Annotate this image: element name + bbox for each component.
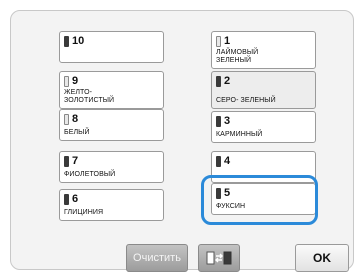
thread-number: 9 [72,75,79,87]
thread-number: 4 [224,155,231,167]
ok-button-label: OK [313,251,331,265]
thread-tile-6[interactable]: 6 ГЛИЦИНИЯ [59,189,164,221]
swap-thread-button[interactable] [198,244,240,272]
clear-button[interactable]: Очистить [126,244,188,272]
thread-name: ФИОЛЕТОВЫЙ [64,171,116,178]
thread-name: ГЛИЦИНИЯ [64,209,104,216]
thread-number: 8 [72,113,79,125]
thread-name: ЖЕЛТО- ЗОЛОТИСТЫЙ [64,89,115,104]
thread-tile-2[interactable]: 2 СЕРО- ЗЕЛЕНЫЙ [211,71,316,109]
thread-spool-icon [64,35,69,47]
thread-spool-icon [216,155,221,167]
selection-highlight [201,175,318,225]
thread-name: БЕЛЫЙ [64,129,90,136]
thread-tile-8[interactable]: 8 БЕЛЫЙ [59,109,164,141]
thread-spool-icon [64,113,69,125]
thread-color-panel: 10 9 ЖЕЛТО- ЗОЛОТИСТЫЙ 8 БЕЛЫЙ 7 ФИОЛЕТО… [10,10,354,270]
thread-spool-icon [216,35,221,47]
thread-tile-9[interactable]: 9 ЖЕЛТО- ЗОЛОТИСТЫЙ [59,71,164,109]
thread-number: 6 [72,193,79,205]
thread-name: КАРМИННЫЙ [216,131,263,138]
thread-spool-icon [216,75,221,87]
thread-spool-icon [64,155,69,167]
thread-number: 10 [72,35,85,47]
thread-number: 2 [224,75,231,87]
thread-tile-10[interactable]: 10 [59,31,164,63]
thread-number: 7 [72,155,79,167]
thread-tile-1[interactable]: 1 ЛАЙМОВЫЙ ЗЕЛЕНЫЙ [211,31,316,69]
thread-number: 3 [224,115,231,127]
ok-button[interactable]: OK [295,244,349,272]
thread-tile-7[interactable]: 7 ФИОЛЕТОВЫЙ [59,151,164,183]
thread-number: 1 [224,35,231,47]
thread-spool-icon [216,115,221,127]
thread-name: ЛАЙМОВЫЙ ЗЕЛЕНЫЙ [216,49,259,64]
thread-spool-icon [64,75,69,87]
clear-button-label: Очистить [133,252,181,264]
thread-spool-icon [64,193,69,205]
thread-tile-3[interactable]: 3 КАРМИННЫЙ [211,111,316,143]
spool-swap-icon [206,251,232,265]
thread-name: СЕРО- ЗЕЛЕНЫЙ [216,97,276,104]
